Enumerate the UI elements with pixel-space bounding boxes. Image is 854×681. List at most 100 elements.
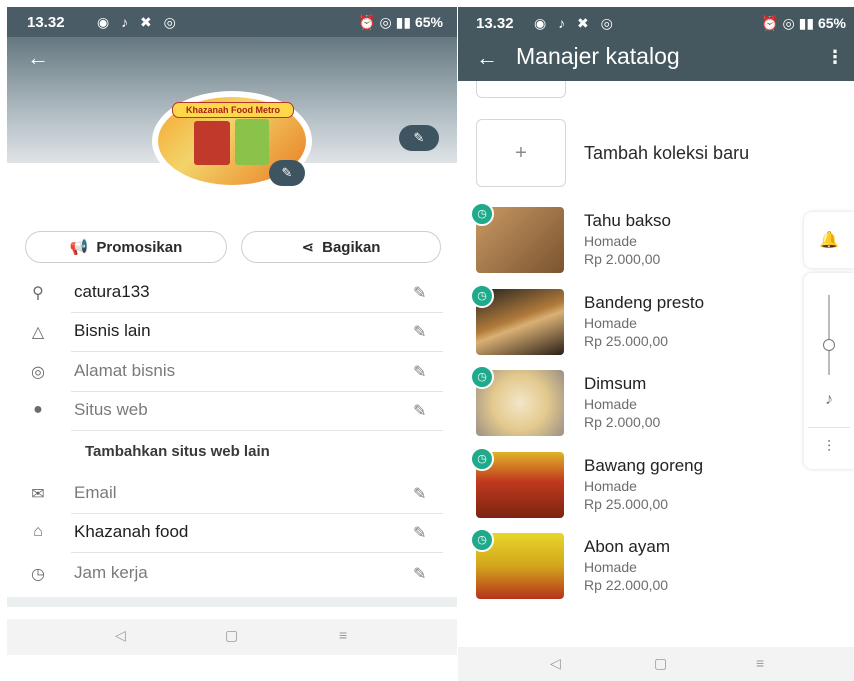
pencil-icon[interactable]: ✎ bbox=[413, 362, 426, 382]
pencil-icon[interactable]: ✎ bbox=[413, 564, 426, 584]
product-pack-image bbox=[194, 121, 230, 165]
product-name: Tahu bakso bbox=[584, 211, 671, 230]
status-time: 13.32 bbox=[476, 15, 514, 32]
promote-button[interactable]: 📢 Promosikan bbox=[25, 231, 227, 263]
catalog-item[interactable]: ◷ Bandeng presto Homade Rp 25.000,00 bbox=[458, 279, 854, 361]
divider bbox=[71, 430, 443, 431]
profile-row-website[interactable]: ● Situs web ✎ bbox=[7, 391, 457, 431]
product-name: Abon ayam bbox=[584, 537, 670, 556]
product-name: Bandeng presto bbox=[584, 293, 705, 312]
collection-tile[interactable] bbox=[476, 81, 566, 98]
product-name: Dimsum bbox=[584, 374, 647, 393]
divider bbox=[71, 552, 443, 553]
product-subtitle: Homade bbox=[584, 478, 637, 494]
catalog-item[interactable]: ◷ Bawang goreng Homade Rp 25.000,00 bbox=[458, 442, 854, 524]
system-nav-bar: ◁ ▢ ≡ bbox=[458, 647, 854, 681]
shapes-icon: △ bbox=[31, 324, 45, 341]
pencil-icon[interactable]: ✎ bbox=[413, 484, 426, 504]
product-price: Rp 25.000,00 bbox=[584, 333, 669, 349]
nav-back-icon[interactable]: ◁ bbox=[550, 655, 561, 672]
pencil-icon[interactable]: ✎ bbox=[413, 401, 426, 421]
profile-row-email[interactable]: ✉ Email ✎ bbox=[7, 474, 457, 514]
profile-row-hours[interactable]: ◷ Jam kerja ✎ bbox=[7, 554, 457, 594]
profile-row-business-name[interactable]: ⌂ Khazanah food ✎ bbox=[7, 513, 457, 553]
product-price: Rp 22.000,00 bbox=[584, 577, 669, 593]
add-website-link[interactable]: Tambahkan situs web lain bbox=[85, 443, 270, 460]
pencil-icon: ✎ bbox=[413, 130, 425, 145]
store-icon: ⌂ bbox=[33, 523, 43, 540]
row-label: Email bbox=[74, 483, 117, 502]
status-notification-icons: ◉ ♪ ✖ ◎ bbox=[534, 15, 617, 31]
row-label: Bisnis lain bbox=[74, 321, 151, 340]
avatar-edit-button[interactable]: ✎ bbox=[269, 160, 305, 186]
status-battery: ⏰ ◎ ▮▮ 65% bbox=[761, 15, 846, 31]
equalizer-icon[interactable]: ⫶ bbox=[804, 439, 854, 457]
mail-icon: ✉ bbox=[31, 486, 45, 503]
pending-clock-icon: ◷ bbox=[470, 528, 494, 552]
logo-text: Khazanah Food Metro bbox=[172, 102, 294, 118]
row-label: Alamat bisnis bbox=[74, 361, 176, 380]
page-title: Manajer katalog bbox=[516, 43, 680, 69]
nav-home-icon[interactable]: ▢ bbox=[654, 655, 667, 672]
back-arrow-icon[interactable]: ← bbox=[476, 45, 498, 71]
plus-icon: + bbox=[515, 142, 527, 164]
globe-icon: ● bbox=[33, 401, 43, 418]
volume-panel-header: 🔔 bbox=[804, 212, 854, 268]
promote-label: Promosikan bbox=[96, 238, 183, 256]
row-label: Situs web bbox=[74, 400, 148, 419]
product-price: Rp 2.000,00 bbox=[584, 251, 661, 267]
catalog-item[interactable]: ◷ Abon ayam Homade Rp 22.000,00 bbox=[458, 523, 854, 605]
megaphone-icon: 📢 bbox=[69, 239, 89, 256]
status-time: 13.32 bbox=[27, 14, 65, 31]
clock-icon: ◷ bbox=[31, 566, 45, 583]
volume-slider-thumb[interactable] bbox=[823, 339, 835, 351]
add-collection-label[interactable]: Tambah koleksi baru bbox=[584, 143, 749, 164]
profile-row-address[interactable]: ◎ Alamat bisnis ✎ bbox=[7, 352, 457, 392]
section-divider bbox=[7, 597, 457, 607]
pencil-icon[interactable]: ✎ bbox=[413, 322, 426, 342]
add-collection-button[interactable]: + bbox=[476, 119, 566, 187]
nav-recents-icon[interactable]: ≡ bbox=[756, 655, 764, 671]
pending-clock-icon: ◷ bbox=[470, 447, 494, 471]
nav-recents-icon[interactable]: ≡ bbox=[339, 627, 347, 643]
product-price: Rp 2.000,00 bbox=[584, 414, 661, 430]
divider bbox=[808, 427, 850, 428]
share-icon: ⋖ bbox=[301, 239, 315, 256]
profile-row-category[interactable]: △ Bisnis lain ✎ bbox=[7, 312, 457, 352]
volume-panel: ♪ ⫶ bbox=[804, 273, 854, 469]
catalog-item[interactable]: ◷ Tahu bakso Homade Rp 2.000,00 bbox=[458, 197, 854, 279]
pending-clock-icon: ◷ bbox=[470, 365, 494, 389]
pencil-icon[interactable]: ✎ bbox=[413, 283, 426, 303]
product-subtitle: Homade bbox=[584, 315, 637, 331]
music-note-icon: ♪ bbox=[825, 391, 833, 408]
back-arrow-icon[interactable]: ← bbox=[27, 45, 49, 71]
row-label: Khazanah food bbox=[74, 522, 189, 541]
product-pack-image bbox=[235, 119, 269, 165]
product-subtitle: Homade bbox=[584, 559, 637, 575]
status-notification-icons: ◉ ♪ ✖ ◎ bbox=[97, 14, 180, 30]
profile-row-username[interactable]: ⚲ catura133 ✎ bbox=[7, 273, 457, 313]
person-icon: ⚲ bbox=[32, 285, 44, 302]
pencil-icon[interactable]: ✎ bbox=[413, 523, 426, 543]
app-bar: 13.32 ◉ ♪ ✖ ◎ ⏰ ◎ ▮▮ 65% ← Manajer katal… bbox=[458, 7, 854, 81]
share-button[interactable]: ⋖ Bagikan bbox=[241, 231, 441, 263]
cover-edit-button[interactable]: ✎ bbox=[399, 125, 439, 151]
more-options-icon[interactable]: ⋮ bbox=[826, 47, 844, 68]
bell-icon[interactable]: 🔔 bbox=[804, 230, 854, 250]
nav-back-icon[interactable]: ◁ bbox=[115, 627, 126, 644]
pencil-icon: ✎ bbox=[281, 165, 293, 180]
product-name: Bawang goreng bbox=[584, 456, 704, 475]
profile-screen: 13.32 ◉ ♪ ✖ ◎ ⏰ ◎ ▮▮ 65% ← ✎ Khazanah Fo… bbox=[7, 7, 457, 655]
status-battery: ⏰ ◎ ▮▮ 65% bbox=[358, 14, 443, 30]
catalog-item[interactable]: ◷ Dimsum Homade Rp 2.000,00 bbox=[458, 360, 854, 442]
pending-clock-icon: ◷ bbox=[470, 284, 494, 308]
product-subtitle: Homade bbox=[584, 396, 637, 412]
pending-clock-icon: ◷ bbox=[470, 202, 494, 226]
catalog-manager-screen: 13.32 ◉ ♪ ✖ ◎ ⏰ ◎ ▮▮ 65% ← Manajer katal… bbox=[458, 7, 854, 681]
product-price: Rp 25.000,00 bbox=[584, 496, 669, 512]
location-icon: ◎ bbox=[31, 364, 45, 381]
row-label: Jam kerja bbox=[74, 563, 148, 582]
nav-home-icon[interactable]: ▢ bbox=[225, 627, 238, 644]
volume-slider-track[interactable] bbox=[828, 295, 830, 375]
share-label: Bagikan bbox=[322, 238, 381, 256]
